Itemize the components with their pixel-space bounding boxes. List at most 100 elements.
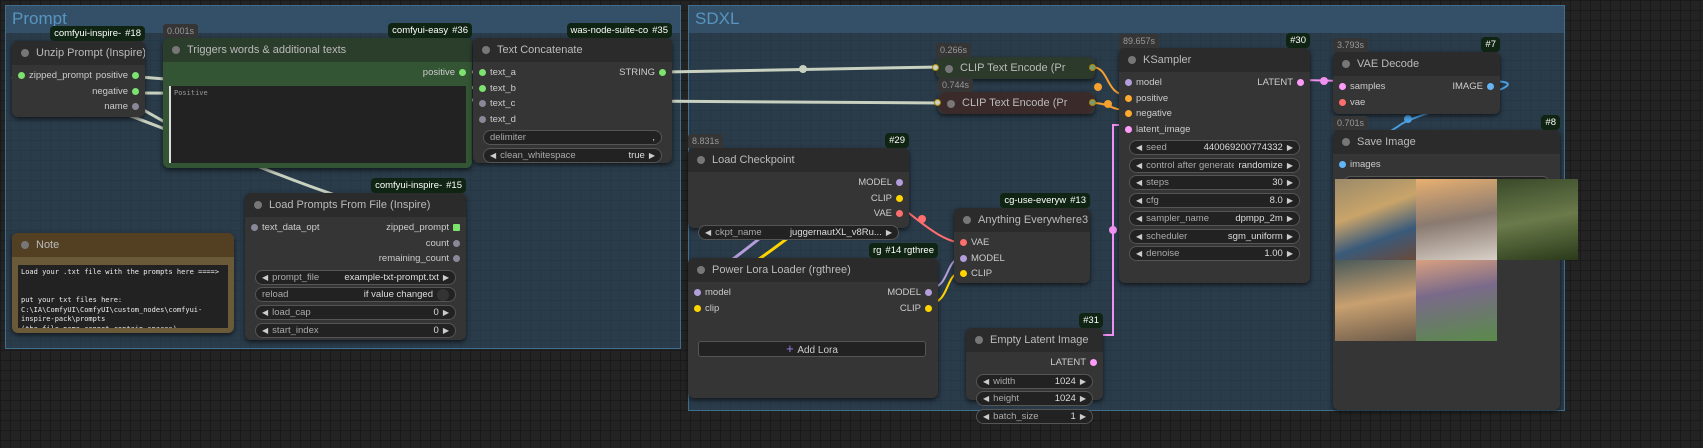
- node-n31[interactable]: Empty Latent Image LATENT ◀ width 1024 ▶ ◀ heig…: [966, 328, 1103, 424]
- increment-arrow-icon[interactable]: ▶: [1287, 178, 1293, 187]
- widget-delimiter[interactable]: delimiter,: [483, 130, 662, 145]
- slot-dot[interactable]: [453, 239, 460, 247]
- image-preview-grid[interactable]: [1335, 179, 1578, 341]
- output-slot-name[interactable]: name: [104, 99, 139, 114]
- slot-dot[interactable]: [1125, 125, 1132, 133]
- output-slot-negative[interactable]: negative: [92, 84, 139, 99]
- slot-dot[interactable]: [479, 115, 486, 123]
- slot-dot[interactable]: [1297, 79, 1304, 86]
- slot-dot[interactable]: [960, 239, 967, 246]
- node-title[interactable]: Triggers words & additional texts: [163, 38, 472, 62]
- widget-scheduler[interactable]: ◀ scheduler sgm_uniform ▶: [1129, 228, 1300, 244]
- input-slot-text_c[interactable]: text_c: [479, 96, 515, 111]
- widget-height[interactable]: ◀ height 1024 ▶: [976, 391, 1093, 407]
- decrement-arrow-icon[interactable]: ◀: [1136, 178, 1142, 187]
- decrement-arrow-icon[interactable]: ◀: [1136, 249, 1142, 258]
- input-slot-positive[interactable]: positive: [1125, 91, 1168, 106]
- decrement-arrow-icon[interactable]: ◀: [1136, 196, 1142, 205]
- slot-dot[interactable]: [896, 179, 903, 186]
- widget-ckpt-name[interactable]: ◀ ckpt_name juggernautXL_v8Ru... ▶: [698, 224, 899, 240]
- slot-dot[interactable]: [896, 194, 903, 202]
- increment-arrow-icon[interactable]: ▶: [1287, 232, 1293, 241]
- increment-arrow-icon[interactable]: ▶: [1287, 249, 1293, 258]
- slot-dot[interactable]: [132, 87, 139, 95]
- slot-dot[interactable]: [1090, 359, 1097, 366]
- link-midpoint[interactable]: [1094, 83, 1102, 91]
- decrement-arrow-icon[interactable]: ◀: [1136, 161, 1142, 170]
- widget-load-cap[interactable]: ◀ load_cap 0 ▶: [255, 304, 456, 320]
- slot-dot[interactable]: [479, 84, 486, 92]
- input-slot-VAE[interactable]: VAE: [960, 235, 989, 250]
- link-midpoint[interactable]: [1404, 115, 1412, 123]
- output-slot-STRING[interactable]: STRING: [619, 65, 666, 80]
- node-title[interactable]: Load Prompts From File (Inspire): [245, 193, 466, 217]
- slot-dot[interactable]: [132, 72, 139, 79]
- input-slot-zipped_prompt[interactable]: zipped_prompt: [18, 68, 92, 83]
- node-title[interactable]: VAE Decode: [1333, 52, 1500, 76]
- increment-arrow-icon[interactable]: ▶: [443, 273, 449, 282]
- increment-arrow-icon[interactable]: ▶: [1287, 161, 1293, 170]
- decrement-arrow-icon[interactable]: ◀: [262, 273, 268, 282]
- link-midpoint[interactable]: [1320, 77, 1328, 85]
- slot-dot[interactable]: [960, 270, 967, 277]
- slot-dot[interactable]: [925, 304, 932, 312]
- increment-arrow-icon[interactable]: ▶: [1287, 196, 1293, 205]
- image-thumbnail[interactable]: [1335, 260, 1416, 341]
- decrement-arrow-icon[interactable]: ◀: [983, 412, 989, 421]
- widget-steps[interactable]: ◀ steps 30 ▶: [1129, 175, 1300, 191]
- link-midpoint[interactable]: [1104, 100, 1112, 108]
- node-title[interactable]: CLIP Text Encode (Pr: [938, 92, 1095, 114]
- input-slot-clip[interactable]: clip: [694, 301, 719, 316]
- slot-dot[interactable]: [694, 289, 701, 296]
- output-slot-LATENT[interactable]: LATENT: [1050, 355, 1097, 370]
- increment-arrow-icon[interactable]: ▶: [443, 308, 449, 317]
- output-slot-CLIP[interactable]: CLIP: [871, 191, 903, 206]
- image-thumbnail[interactable]: [1416, 260, 1497, 341]
- widget-prompt-file[interactable]: ◀ prompt_file example-txt-prompt.txt ▶: [255, 269, 456, 285]
- input-slot-latent_image[interactable]: latent_image: [1125, 122, 1190, 137]
- input-slot-text_b[interactable]: text_b: [479, 81, 516, 96]
- link-midpoint[interactable]: [918, 215, 926, 223]
- output-slot-zipped_prompt[interactable]: zipped_prompt: [386, 220, 460, 235]
- output-slot-MODEL[interactable]: MODEL: [887, 285, 932, 300]
- node-n7[interactable]: VAE Decode samples IMAGE vae: [1333, 52, 1500, 114]
- node-title[interactable]: Empty Latent Image: [966, 328, 1103, 352]
- node-title[interactable]: KSampler: [1119, 48, 1310, 72]
- node-clip_neg[interactable]: CLIP Text Encode (Pr: [934, 92, 1096, 114]
- output-slot-positive[interactable]: positive: [423, 65, 466, 80]
- node-n14[interactable]: Power Lora Loader (rgthree) model MODEL cli…: [688, 258, 938, 398]
- slot-dot-in[interactable]: [934, 99, 941, 106]
- output-slot-LATENT[interactable]: LATENT: [1257, 75, 1304, 90]
- input-slot-CLIP[interactable]: CLIP: [960, 266, 992, 281]
- decrement-arrow-icon[interactable]: ◀: [1136, 143, 1142, 152]
- link-midpoint[interactable]: [1109, 226, 1117, 234]
- output-slot-count[interactable]: count: [426, 236, 460, 251]
- slot-dot[interactable]: [479, 69, 486, 76]
- node-n13[interactable]: Anything Everywhere3 VAE MODEL CLIP: [954, 208, 1090, 283]
- output-slot-IMAGE[interactable]: IMAGE: [1452, 79, 1494, 94]
- image-thumbnail[interactable]: [1335, 179, 1416, 260]
- node-n36[interactable]: Triggers words & additional texts positiv…: [163, 38, 472, 168]
- widget-sampler-name[interactable]: ◀ sampler_name dpmpp_2m ▶: [1129, 210, 1300, 226]
- toggle-switch[interactable]: [437, 288, 449, 301]
- slot-dot[interactable]: [1125, 110, 1132, 117]
- slot-dot[interactable]: [459, 69, 466, 76]
- increment-arrow-icon[interactable]: ▶: [1080, 377, 1086, 386]
- widget-reload[interactable]: reload if value changed: [255, 287, 456, 303]
- slot-dot[interactable]: [132, 103, 139, 110]
- decrement-arrow-icon[interactable]: ◀: [262, 308, 268, 317]
- output-slot-CLIP[interactable]: CLIP: [900, 301, 932, 316]
- node-title[interactable]: CLIP Text Encode (Pr: [936, 57, 1095, 79]
- increment-arrow-icon[interactable]: ▶: [886, 228, 892, 237]
- input-slot-model[interactable]: model: [1125, 75, 1162, 90]
- text-area[interactable]: Positive: [169, 86, 466, 163]
- increment-arrow-icon[interactable]: ▶: [1287, 143, 1293, 152]
- node-n15[interactable]: Load Prompts From File (Inspire) text_dat…: [245, 193, 466, 340]
- slot-dot[interactable]: [479, 100, 486, 107]
- slot-dot-in[interactable]: [932, 64, 939, 71]
- slot-dot[interactable]: [896, 210, 903, 217]
- input-slot-images[interactable]: images: [1339, 157, 1381, 172]
- input-slot-text_d[interactable]: text_d: [479, 112, 516, 127]
- slot-dot[interactable]: [1487, 83, 1494, 90]
- slot-dot[interactable]: [925, 289, 932, 296]
